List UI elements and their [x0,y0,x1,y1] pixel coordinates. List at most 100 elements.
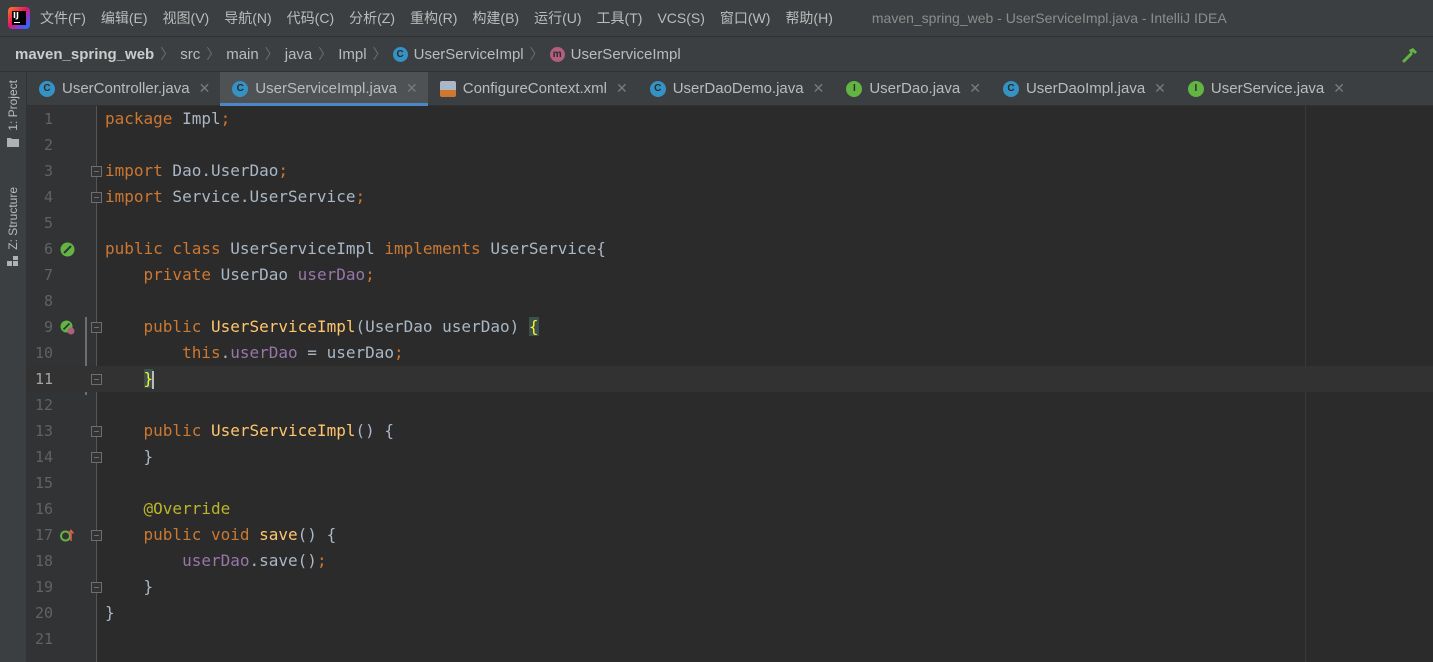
code-text: } [143,447,154,466]
line-number: 21 [34,630,53,648]
fold-marker-icon[interactable] [91,452,102,463]
menu-window[interactable]: 窗口(W) [720,8,771,28]
code-line: 19 } [27,574,1433,600]
line-number: 19 [34,578,53,596]
breadcrumb-class-label: UserServiceImpl [413,45,524,63]
line-number: 2 [43,136,53,154]
breadcrumb-class[interactable]: C UserServiceImpl [392,45,524,63]
tab-user-service[interactable]: I UserService.java ✕ [1176,72,1355,105]
menu-navigate[interactable]: 导航(N) [224,8,271,28]
code-line: 3 import Dao.UserDao; [27,158,1433,184]
fold-marker-icon[interactable] [91,374,102,385]
code-text: package Impl; [105,109,231,128]
code-line: 17 public void save() { [27,522,1433,548]
folder-icon [7,137,19,147]
interface-icon: I [846,80,863,97]
line-number: 3 [43,162,53,180]
menu-vcs[interactable]: VCS(S) [657,10,704,26]
project-tool-tab[interactable]: 1: Project [3,80,23,147]
breadcrumb-main[interactable]: main [226,46,259,63]
menu-refactor[interactable]: 重构(R) [410,8,457,28]
override-method-icon[interactable] [60,528,75,543]
line-number: 9 [43,318,53,336]
menu-analyze[interactable]: 分析(Z) [349,8,395,28]
code-line: 16 @Override [27,496,1433,522]
code-line: 5 [27,210,1433,236]
menu-file[interactable]: 文件(F) [40,8,86,28]
close-icon[interactable]: ✕ [969,80,981,97]
code-line: 4 import Service.UserService; [27,184,1433,210]
tab-configure-context[interactable]: ConfigureContext.xml ✕ [428,72,638,105]
code-text: public UserServiceImpl(UserDao userDao) … [143,317,539,336]
code-line: 8 [27,288,1433,314]
project-tool-label: 1: Project [6,80,20,131]
tab-user-controller[interactable]: C UserController.java ✕ [27,72,220,105]
code-line: 10 this.userDao = userDao; [27,340,1433,366]
fold-marker-icon[interactable] [91,530,102,541]
tab-user-dao-impl[interactable]: C UserDaoImpl.java ✕ [991,72,1176,105]
interface-icon: I [1187,80,1204,97]
close-icon[interactable]: ✕ [406,80,418,97]
line-number: 17 [34,526,53,544]
hammer-build-icon[interactable] [1401,46,1419,64]
fold-marker-icon[interactable] [91,166,102,177]
fold-marker-icon[interactable] [91,192,102,203]
left-tool-stripe: 1: Project Z: Structure [0,72,27,662]
breadcrumb-java[interactable]: java [285,46,313,63]
code-line: 12 [27,392,1433,418]
fold-marker-icon[interactable] [91,582,102,593]
menu-tools[interactable]: 工具(T) [597,8,643,28]
menu-run[interactable]: 运行(U) [534,8,581,28]
menu-help[interactable]: 帮助(H) [785,8,832,28]
menu-view[interactable]: 视图(V) [163,8,210,28]
close-icon[interactable]: ✕ [616,80,628,97]
code-line: 18 userDao.save(); [27,548,1433,574]
class-icon: C [392,46,408,62]
method-icon: m [549,46,565,62]
bean-method-icon[interactable] [60,320,75,335]
close-icon[interactable]: ✕ [813,80,825,97]
menu-code[interactable]: 代码(C) [287,8,334,28]
breadcrumb-impl[interactable]: Impl [338,46,366,63]
line-number: 20 [34,604,53,622]
code-line: 2 [27,132,1433,158]
line-number: 14 [34,448,53,466]
structure-tool-label: Z: Structure [6,187,20,250]
close-icon[interactable]: ✕ [1154,80,1166,97]
chevron-right-icon: 〉 [372,46,387,62]
fold-marker-icon[interactable] [91,322,102,333]
implements-interface-icon[interactable] [60,242,75,257]
line-number: 13 [34,422,53,440]
xml-file-icon [439,80,456,97]
close-icon[interactable]: ✕ [1333,80,1345,97]
close-icon[interactable]: ✕ [199,80,211,97]
structure-tool-tab[interactable]: Z: Structure [3,187,23,266]
code-text: private UserDao userDao; [143,265,375,284]
line-number: 4 [43,188,53,206]
fold-marker-icon[interactable] [91,426,102,437]
tab-user-dao[interactable]: I UserDao.java ✕ [834,72,991,105]
code-line: 13 public UserServiceImpl() { [27,418,1433,444]
code-text: @Override [143,499,231,518]
code-editor[interactable]: 1 package Impl; 2 3 import Dao.UserDao; … [27,106,1433,662]
breadcrumb: maven_spring_web 〉 src 〉 main 〉 java 〉 I… [0,36,1433,72]
tab-user-dao-demo[interactable]: C UserDaoDemo.java ✕ [638,72,835,105]
line-number: 16 [34,500,53,518]
breadcrumb-project[interactable]: maven_spring_web [15,46,154,63]
class-icon: C [649,80,666,97]
menu-edit[interactable]: 编辑(E) [101,8,148,28]
intellij-logo-icon[interactable]: IJ [8,7,30,29]
tab-label: UserServiceImpl.java [255,80,398,97]
chevron-right-icon: 〉 [318,46,333,62]
code-text: } [143,369,155,389]
breadcrumb-method[interactable]: m UserServiceImpl [549,46,681,63]
breadcrumb-src[interactable]: src [180,46,200,63]
code-line: 21 [27,626,1433,652]
tab-user-service-impl[interactable]: C UserServiceImpl.java ✕ [220,72,429,106]
code-text: this.userDao = userDao; [182,343,404,362]
chevron-right-icon: 〉 [529,46,544,62]
menu-build[interactable]: 构建(B) [472,8,519,28]
line-number: 8 [43,292,53,310]
code-line: 1 package Impl; [27,106,1433,132]
tab-label: UserDao.java [869,80,961,97]
